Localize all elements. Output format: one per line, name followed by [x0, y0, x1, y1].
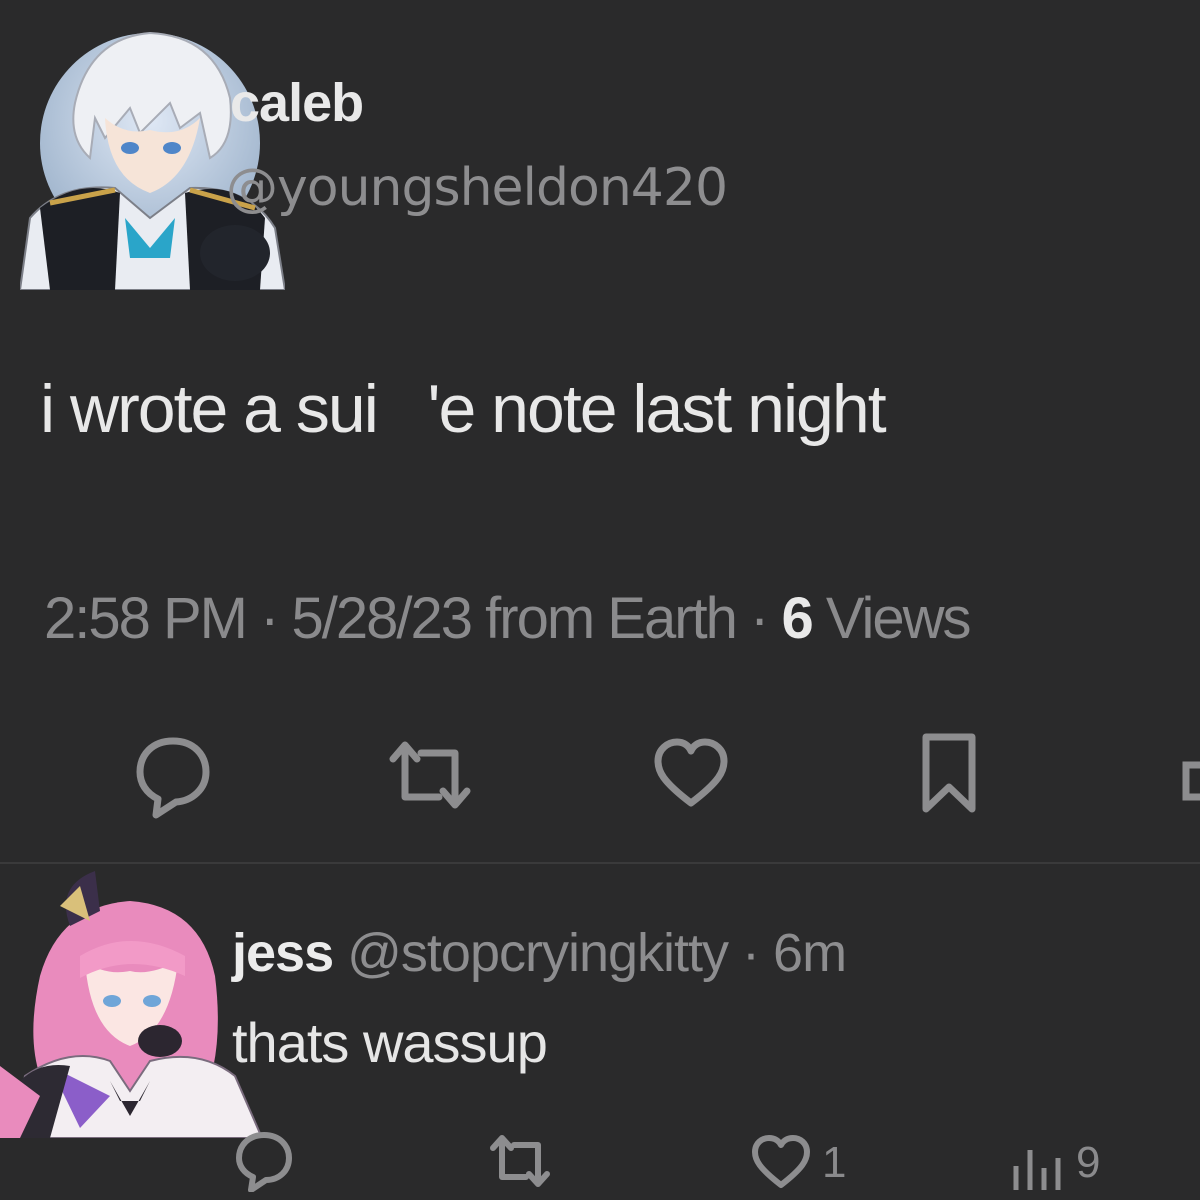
tweet-author-name[interactable]: caleb [230, 72, 364, 134]
retweet-icon[interactable] [385, 735, 475, 815]
like-icon[interactable] [652, 737, 730, 809]
reply-like-count: 1 [822, 1138, 847, 1187]
caleb-avatar[interactable] [18, 18, 287, 291]
tweet-timestamp: 2:58 PM · 5/28/23 from Earth · [44, 586, 782, 651]
retweet-icon[interactable] [488, 1132, 552, 1190]
reply-header: jess @stopcryingkitty · 6m [232, 922, 847, 984]
reply-text: thats wassup [232, 1011, 548, 1074]
reply-views-count: 9 [1076, 1138, 1101, 1187]
tweet-author-handle[interactable]: @youngsheldon420 [226, 158, 728, 218]
bookmark-icon[interactable] [918, 731, 980, 815]
reply-author-handle[interactable]: @stopcryingkitty · 6m [333, 923, 847, 983]
reply-author-name[interactable]: jess [232, 923, 334, 983]
tweet-actions [0, 725, 1200, 825]
reply-icon[interactable] [234, 1130, 294, 1192]
reply-icon[interactable] [132, 733, 214, 819]
reply-actions: 1 9 [0, 1120, 1200, 1200]
views-icon[interactable] [1010, 1138, 1064, 1192]
tweet-views-count: 6 [781, 586, 813, 651]
tweet-meta: 2:58 PM · 5/28/23 from Earth · 6 Views [44, 585, 972, 652]
jess-avatar[interactable] [0, 866, 270, 1139]
tweet-views-label: Views [811, 586, 972, 651]
like-icon[interactable] [750, 1134, 812, 1190]
share-icon[interactable] [1178, 745, 1200, 805]
tweet-text: i wrote a sui 'e note last night [40, 371, 887, 447]
divider [0, 862, 1200, 864]
